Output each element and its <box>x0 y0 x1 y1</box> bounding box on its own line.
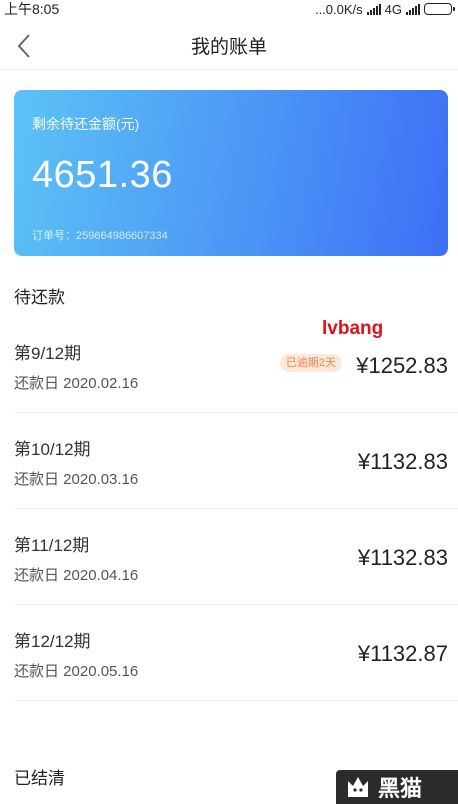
pending-bill-list: 第9/12期 还款日 2020.02.16 已逾期2天 ¥1252.83 第10… <box>0 317 458 701</box>
bill-amount: ¥1132.87 <box>357 641 448 666</box>
signal-icon <box>406 3 420 15</box>
bill-due-date: 还款日 2020.03.16 <box>14 471 139 488</box>
settled-section-title[interactable]: 已结清 <box>14 764 65 789</box>
remaining-balance-card: 剩余待还金额(元) 4651.36 订单号：259664986607334 <box>14 90 448 256</box>
network-speed: ...0.0K/s <box>314 1 363 17</box>
bill-due-date: 还款日 2020.05.16 <box>14 663 139 680</box>
corner-logo-text: 黑猫 <box>378 776 423 801</box>
bill-amount: ¥1252.83 <box>356 353 448 378</box>
bill-period: 第9/12期 <box>14 344 82 363</box>
bill-row[interactable]: 第10/12期 还款日 2020.03.16 ¥1132.83 <box>14 413 458 509</box>
bill-due-date: 还款日 2020.02.16 <box>14 375 139 392</box>
remaining-balance-amount: 4651.36 <box>32 154 173 196</box>
network-type: 4G <box>384 1 402 17</box>
back-button[interactable] <box>10 32 38 60</box>
navigation-bar: 我的账单 <box>0 22 458 70</box>
bill-period: 第12/12期 <box>14 632 91 651</box>
pending-section-title: 待还款 <box>14 288 65 307</box>
order-number: 订单号：259664986607334 <box>32 230 168 242</box>
overdue-badge: 已逾期2天 <box>279 354 342 372</box>
bill-amount: ¥1132.83 <box>357 449 448 474</box>
signal-icon <box>366 3 381 15</box>
battery-icon <box>424 3 455 15</box>
chevron-left-icon <box>17 34 30 58</box>
bill-period: 第11/12期 <box>14 536 90 555</box>
watermark-text: lvbang <box>322 318 384 339</box>
page-title: 我的账单 <box>190 37 267 58</box>
bill-row[interactable]: 第12/12期 还款日 2020.05.16 ¥1132.87 <box>14 605 458 701</box>
corner-logo: 黑猫 <box>336 770 458 804</box>
bill-amount: ¥1132.83 <box>357 545 448 570</box>
cat-logo-icon <box>346 775 370 799</box>
bill-row[interactable]: 第11/12期 还款日 2020.04.16 ¥1132.83 <box>14 509 458 605</box>
remaining-balance-label: 剩余待还金额(元) <box>32 116 140 132</box>
status-time: 上午8:05 <box>4 1 60 17</box>
bill-due-date: 还款日 2020.04.16 <box>14 567 139 584</box>
bill-period: 第10/12期 <box>14 440 91 459</box>
bill-row[interactable]: 第9/12期 还款日 2020.02.16 已逾期2天 ¥1252.83 <box>14 317 458 413</box>
status-bar: 上午8:05 ...0.0K/s 4G <box>0 0 458 18</box>
status-indicators: ...0.0K/s 4G <box>314 1 455 17</box>
